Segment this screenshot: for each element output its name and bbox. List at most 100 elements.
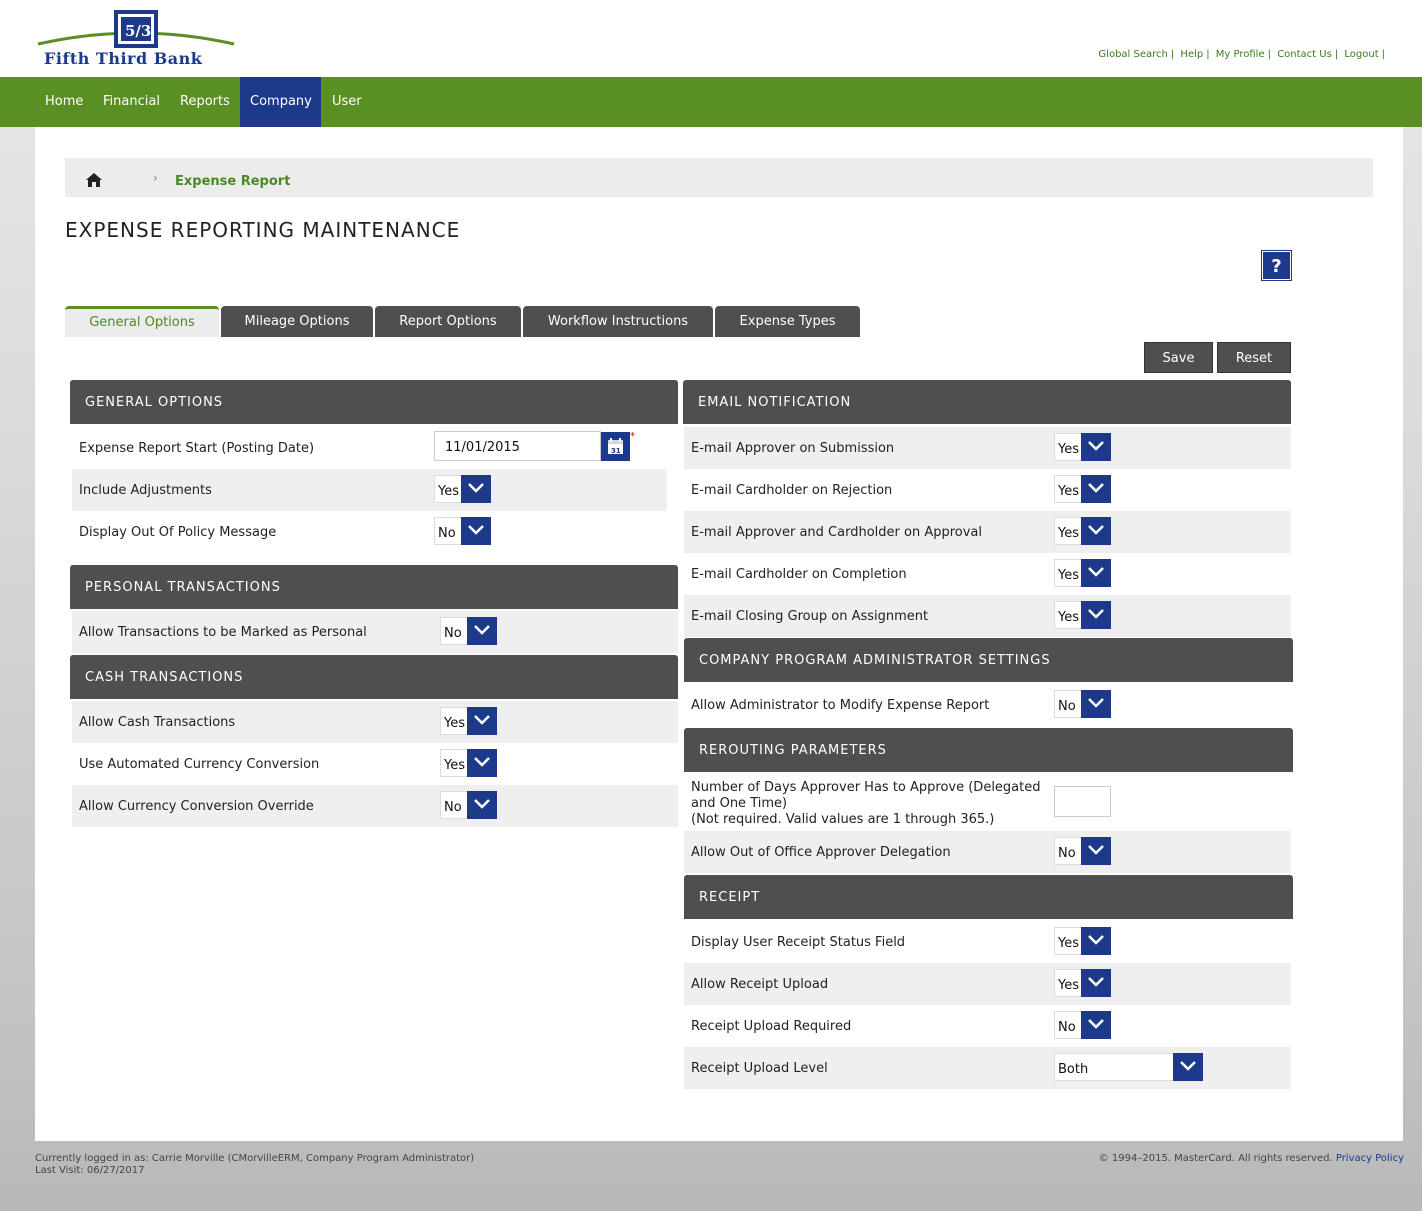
email-submission-row: E-mail Approver on Submission: [684, 427, 1291, 469]
svg-text:5/3: 5/3: [125, 22, 151, 40]
posting-date-input[interactable]: 11/01/2015: [434, 431, 601, 461]
out-of-policy-row: Display Out Of Policy Message: [79, 525, 277, 540]
logged-in-text: Currently logged in as: Carrie Morville …: [35, 1153, 475, 1164]
main-content: › Expense Report EXPENSE REPORTING MAINT…: [35, 127, 1403, 1141]
chevron-down-icon: [1081, 517, 1111, 545]
privacy-policy-link[interactable]: Privacy Policy: [1336, 1153, 1404, 1164]
chevron-down-icon: [467, 707, 497, 735]
chevron-down-icon: [1081, 837, 1111, 865]
ooo-delegation-row: Allow Out of Office Approver Delegation: [684, 831, 1291, 873]
logout-link[interactable]: Logout: [1344, 49, 1378, 60]
ooo-delegation-select[interactable]: No: [1054, 837, 1111, 865]
top-header: 5/3 Fifth Third Bank Global Search | Help…: [0, 0, 1422, 77]
currency-conversion-row: Use Automated Currency Conversion: [79, 757, 320, 772]
allow-cash-select[interactable]: Yes: [440, 707, 497, 735]
approve-days-input[interactable]: [1054, 786, 1111, 817]
chevron-down-icon: [1173, 1053, 1203, 1081]
tab-mileage-options[interactable]: Mileage Options: [221, 306, 373, 337]
out-of-policy-select[interactable]: No: [434, 517, 491, 545]
main-nav: Home Financial Reports Company User: [0, 77, 1422, 127]
email-approval-select[interactable]: Yes: [1054, 517, 1111, 545]
utility-links: Global Search | Help | My Profile | Contact…: [1098, 49, 1385, 60]
footer-legal: © 1994–2015. MasterCard. All rights rese…: [1099, 1153, 1404, 1164]
required-asterisk: *: [630, 431, 635, 442]
chevron-down-icon: [467, 749, 497, 777]
include-adjustments-row: Include Adjustments: [72, 469, 667, 511]
posting-date-label: Expense Report Start (Posting Date): [79, 441, 315, 456]
nav-financial[interactable]: Financial: [93, 77, 170, 127]
email-approval-row: E-mail Approver and Cardholder on Approv…: [684, 511, 1291, 553]
allow-cash-row: Allow Cash Transactions: [72, 701, 678, 743]
nav-company[interactable]: Company: [240, 77, 321, 127]
chevron-down-icon: [1081, 433, 1111, 461]
approve-days-row: Number of Days Approver Has to Approve (…: [684, 774, 1291, 830]
email-closing-row: E-mail Closing Group on Assignment: [684, 595, 1291, 637]
receipt-upload-row: Allow Receipt Upload: [684, 963, 1291, 1005]
chevron-down-icon: [1081, 559, 1111, 587]
email-completion-select[interactable]: Yes: [1054, 559, 1111, 587]
footer-session-info: Currently logged in as: Carrie Morville …: [35, 1153, 474, 1177]
chevron-down-icon: [1081, 1011, 1111, 1039]
breadcrumb-current: Expense Report: [175, 174, 291, 189]
rerouting-header: REROUTING PARAMETERS: [684, 728, 1293, 772]
email-completion-row: E-mail Cardholder on Completion: [691, 567, 907, 582]
receipt-status-select[interactable]: Yes: [1054, 927, 1111, 955]
mark-personal-row: Allow Transactions to be Marked as Perso…: [72, 611, 678, 653]
chevron-down-icon: [1081, 475, 1111, 503]
receipt-level-select[interactable]: Both: [1054, 1053, 1203, 1081]
email-closing-select[interactable]: Yes: [1054, 601, 1111, 629]
receipt-upload-select[interactable]: Yes: [1054, 969, 1111, 997]
tab-general-options[interactable]: General Options: [65, 306, 219, 337]
receipt-required-select[interactable]: No: [1054, 1011, 1111, 1039]
chevron-right-icon: ›: [153, 171, 158, 185]
conversion-override-row: Allow Currency Conversion Override: [72, 785, 678, 827]
email-submission-select[interactable]: Yes: [1054, 433, 1111, 461]
receipt-header: RECEIPT: [684, 875, 1293, 919]
tab-expense-types[interactable]: Expense Types: [715, 306, 860, 337]
currency-conversion-select[interactable]: Yes: [440, 749, 497, 777]
breadcrumb: › Expense Report: [65, 158, 1373, 197]
nav-home[interactable]: Home: [35, 77, 93, 127]
chevron-down-icon: [467, 617, 497, 645]
general-options-header: GENERAL OPTIONS: [70, 380, 678, 424]
chevron-down-icon: [1081, 969, 1111, 997]
admin-modify-row: Allow Administrator to Modify Expense Re…: [691, 698, 990, 713]
tab-workflow-instructions[interactable]: Workflow Instructions: [523, 306, 713, 337]
save-button[interactable]: Save: [1144, 342, 1213, 373]
email-notification-header: EMAIL NOTIFICATION: [683, 380, 1291, 424]
brand-name: Fifth Third Bank: [44, 49, 203, 68]
nav-reports[interactable]: Reports: [170, 77, 240, 127]
contact-us-link[interactable]: Contact Us: [1277, 49, 1332, 60]
help-link[interactable]: Help: [1180, 49, 1203, 60]
chevron-down-icon: [461, 475, 491, 503]
approve-days-hint: (Not required. Valid values are 1 throug…: [691, 812, 995, 827]
chevron-down-icon: [1081, 690, 1111, 718]
email-rejection-row: E-mail Cardholder on Rejection: [691, 483, 893, 498]
mark-personal-select[interactable]: No: [440, 617, 497, 645]
cash-transactions-header: CASH TRANSACTIONS: [70, 655, 678, 699]
admin-modify-select[interactable]: No: [1054, 690, 1111, 718]
approve-days-label: Number of Days Approver Has to Approve (…: [691, 780, 1041, 795]
calendar-icon[interactable]: 31: [601, 432, 630, 461]
email-rejection-select[interactable]: Yes: [1054, 475, 1111, 503]
svg-text:31: 31: [611, 447, 621, 455]
reset-button[interactable]: Reset: [1217, 342, 1291, 373]
chevron-down-icon: [1081, 927, 1111, 955]
home-icon[interactable]: [85, 172, 103, 188]
admin-settings-header: COMPANY PROGRAM ADMINISTRATOR SETTINGS: [684, 638, 1293, 682]
chevron-down-icon: [1081, 601, 1111, 629]
nav-user[interactable]: User: [322, 77, 372, 127]
conversion-override-select[interactable]: No: [440, 791, 497, 819]
page-title: EXPENSE REPORTING MAINTENANCE: [65, 218, 461, 242]
my-profile-link[interactable]: My Profile: [1216, 49, 1265, 60]
global-search-link[interactable]: Global Search: [1098, 49, 1167, 60]
include-adjustments-select[interactable]: Yes: [434, 475, 491, 503]
chevron-down-icon: [461, 517, 491, 545]
personal-transactions-header: PERSONAL TRANSACTIONS: [70, 565, 678, 609]
tab-report-options[interactable]: Report Options: [375, 306, 521, 337]
copyright-text: © 1994–2015. MasterCard. All rights rese…: [1098, 1153, 1333, 1164]
receipt-required-row: Receipt Upload Required: [691, 1019, 852, 1034]
help-button[interactable]: ?: [1261, 250, 1292, 281]
receipt-status-row: Display User Receipt Status Field: [691, 935, 906, 950]
chevron-down-icon: [467, 791, 497, 819]
